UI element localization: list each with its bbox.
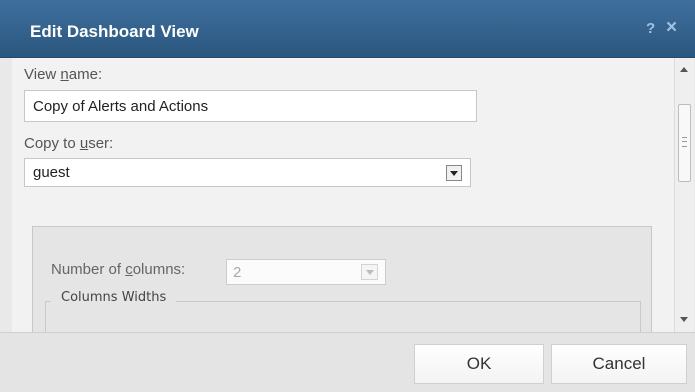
number-of-columns-value: 2 (233, 264, 242, 281)
dialog-title: Edit Dashboard View (30, 22, 199, 41)
dialog-titlebar: Edit Dashboard View ? × (0, 0, 695, 58)
cancel-button[interactable]: Cancel (551, 344, 687, 384)
layout-group: Number of columns: 2 Columns Widths (32, 226, 652, 332)
arrow-down-icon[interactable] (680, 317, 688, 322)
view-name-label: View name: (24, 66, 103, 83)
chevron-down-icon[interactable] (446, 165, 462, 181)
ok-button[interactable]: OK (414, 344, 544, 384)
edit-dashboard-view-dialog: Edit Dashboard View ? × View name: Copy … (0, 0, 695, 392)
number-of-columns-label: Number of columns: (51, 261, 186, 278)
columns-widths-fieldset (45, 301, 641, 332)
chevron-down-icon[interactable] (361, 264, 378, 280)
columns-widths-legend: Columns Widths (51, 290, 177, 305)
help-icon[interactable]: ? (646, 20, 655, 37)
copy-to-user-label: Copy to user: (24, 135, 114, 152)
number-of-columns-select[interactable]: 2 (226, 259, 386, 285)
view-name-input[interactable]: Copy of Alerts and Actions (24, 90, 477, 122)
vertical-scrollbar[interactable] (674, 58, 694, 332)
scrollbar-thumb[interactable] (678, 104, 691, 182)
copy-to-user-select[interactable]: guest (24, 158, 471, 187)
dialog-footer: OK Cancel (0, 332, 695, 392)
dialog-content: View name: Copy of Alerts and Actions Co… (12, 58, 674, 332)
grip-icon (682, 137, 687, 147)
copy-to-user-value: guest (33, 164, 70, 181)
arrow-up-icon[interactable] (680, 67, 688, 72)
close-icon[interactable]: × (666, 17, 677, 39)
